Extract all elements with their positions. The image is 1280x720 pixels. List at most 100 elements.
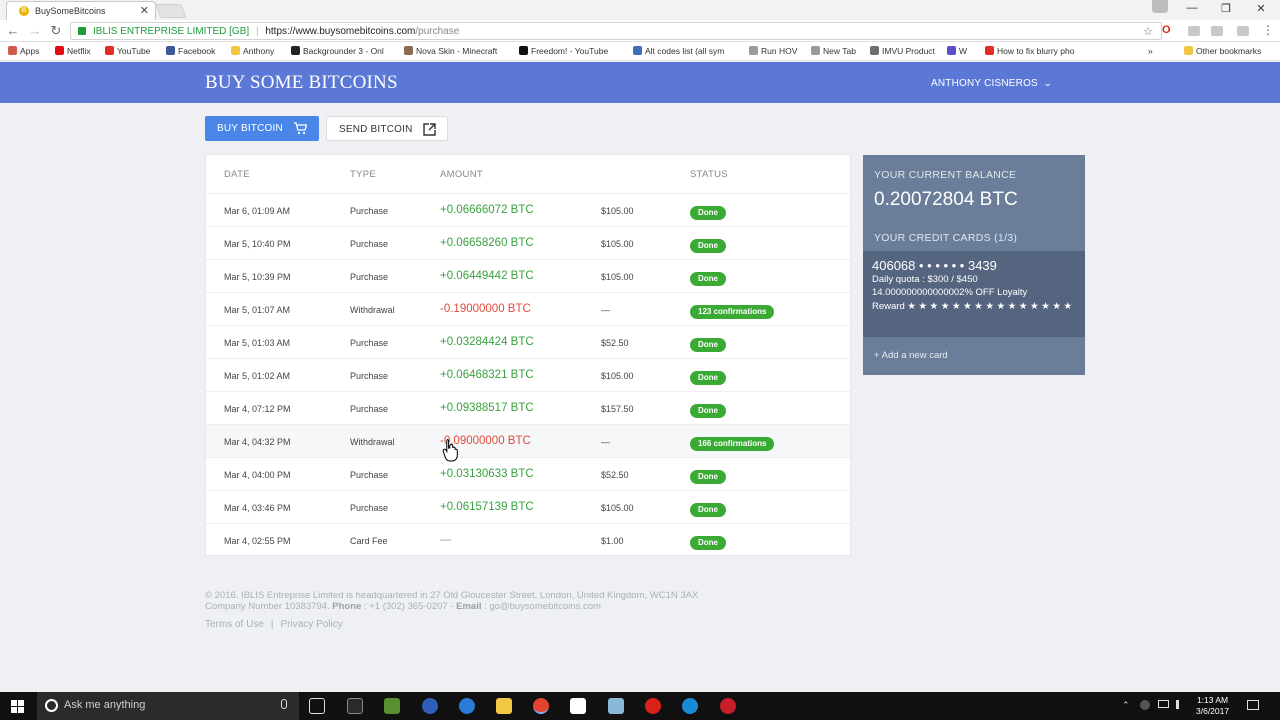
terms-link[interactable]: Terms of Use — [205, 619, 264, 630]
browser-tab[interactable]: B BuySomeBitcoins ✕ — [6, 1, 156, 20]
table-row[interactable]: Mar 5, 10:40 PM Purchase +0.06658260 BTC $1… — [206, 227, 850, 260]
status-badge: Done — [690, 470, 726, 484]
table-row[interactable]: Mar 5, 10:39 PM Purchase +0.06449442 BTC $1… — [206, 260, 850, 293]
task-view-icon[interactable] — [309, 698, 325, 714]
status-badge: Done — [690, 371, 726, 385]
reward-stars: Reward ★ ★ ★ ★ ★ ★ ★ ★ ★ ★ ★ ★ ★ ★ ★ — [872, 301, 1073, 312]
new-tab-button[interactable] — [155, 4, 187, 18]
site-logo[interactable]: BUY SOME BITCOINS — [205, 72, 398, 94]
row-type: Purchase — [350, 503, 389, 513]
bookmark-item[interactable]: Apps — [8, 46, 39, 56]
bookmark-favicon-icon — [166, 46, 175, 55]
volume-icon[interactable] — [1176, 700, 1185, 709]
minecraft-icon[interactable] — [384, 698, 400, 714]
status-badge: 166 confirmations — [690, 437, 775, 451]
bookmark-item[interactable]: Netflix — [55, 46, 91, 56]
bookmark-item[interactable]: Anthony — [231, 46, 274, 56]
opera-extension-icon[interactable]: O — [1162, 24, 1171, 36]
window-close-icon[interactable]: ✕ — [1249, 2, 1273, 15]
row-type: Purchase — [350, 371, 389, 381]
footer-text: © 2016. IBLIS Entreprise Limited is head… — [205, 590, 698, 612]
user-menu[interactable]: ANTHONY CISNEROS ⌄ — [931, 78, 1053, 89]
bookmark-favicon-icon — [291, 46, 300, 55]
table-row[interactable]: Mar 4, 02:55 PM Card Fee — $1.00 Done — [206, 524, 850, 557]
app-icon[interactable] — [608, 698, 624, 714]
reload-icon[interactable]: ↻ — [48, 23, 64, 39]
table-row[interactable]: Mar 5, 01:02 AM Purchase +0.06468321 BTC $1… — [206, 359, 850, 392]
bookmark-favicon-icon — [8, 46, 17, 55]
table-row[interactable]: Mar 4, 07:12 PM Purchase +0.09388517 BTC $1… — [206, 392, 850, 425]
cortana-search-input[interactable]: Ask me anything — [37, 692, 299, 720]
profile-icon[interactable] — [1152, 0, 1168, 13]
row-usd: $105.00 — [601, 503, 634, 513]
bookmark-item[interactable]: IMVU Product — [870, 46, 935, 56]
network-icon[interactable] — [1140, 700, 1150, 710]
row-type: Withdrawal — [350, 305, 395, 315]
app-icon[interactable] — [347, 698, 363, 714]
forward-icon[interactable]: → — [27, 23, 43, 38]
row-date: Mar 4, 04:32 PM — [224, 437, 291, 447]
other-bookmarks-folder[interactable]: Other bookmarks — [1184, 46, 1261, 56]
row-type: Purchase — [350, 470, 389, 480]
file-explorer-icon[interactable] — [496, 698, 512, 714]
bookmark-item[interactable]: Alt codes list (all sym — [633, 46, 724, 56]
bookmark-item[interactable]: W — [947, 46, 967, 56]
table-row[interactable]: Mar 5, 01:03 AM Purchase +0.03284424 BTC $5… — [206, 326, 850, 359]
menu-icon[interactable]: ⋮ — [1262, 23, 1274, 37]
balance-value: 0.20072804 BTC — [874, 189, 1018, 210]
bookmark-item[interactable]: Backgrounder 3 - Onl — [291, 46, 384, 56]
buy-bitcoin-button[interactable]: BUY BITCOIN — [205, 116, 319, 141]
email-label: Email — [456, 601, 482, 612]
row-amount: +0.03130633 BTC — [440, 468, 534, 480]
credit-cards-label: YOUR CREDIT CARDS (1/3) — [874, 232, 1018, 244]
status-badge: Done — [690, 404, 726, 418]
bookmark-item[interactable]: New Tab — [811, 46, 856, 56]
bookmark-item[interactable]: YouTube — [105, 46, 150, 56]
store-icon[interactable] — [570, 698, 586, 714]
extension-icon[interactable] — [1211, 26, 1223, 36]
table-row[interactable]: Mar 4, 04:00 PM Purchase +0.03130633 BTC $5… — [206, 458, 850, 491]
battery-icon[interactable] — [1158, 700, 1169, 708]
edge-icon[interactable] — [682, 698, 698, 714]
tab-close-icon[interactable]: ✕ — [140, 4, 149, 17]
table-row[interactable]: Mar 6, 01:09 AM Purchase +0.06666072 BTC $1… — [206, 194, 850, 227]
chrome-icon[interactable] — [533, 698, 549, 714]
bookmark-item[interactable]: Facebook — [166, 46, 215, 56]
row-date: Mar 4, 03:46 PM — [224, 503, 291, 513]
system-clock[interactable]: 1:13 AM 3/6/2017 — [1196, 695, 1229, 717]
more-bookmarks-icon[interactable]: » — [1148, 46, 1153, 56]
send-bitcoin-button[interactable]: SEND BITCOIN — [326, 116, 448, 141]
bookmark-item[interactable]: How to fix blurry pho — [985, 46, 1074, 56]
row-usd: $157.50 — [601, 404, 634, 414]
windows-start-icon[interactable] — [11, 700, 24, 713]
url-input[interactable]: IBLIS ENTREPRISE LIMITED [GB] | https://… — [70, 22, 1162, 40]
microphone-icon[interactable] — [281, 699, 287, 709]
tray-expand-icon[interactable]: ⌃ — [1122, 700, 1130, 711]
app-icon[interactable] — [459, 698, 475, 714]
row-type: Withdrawal — [350, 437, 395, 447]
bookmark-label: Netflix — [67, 46, 91, 56]
back-icon[interactable]: ← — [5, 23, 21, 38]
bookmark-item[interactable]: Freedom! - YouTube — [519, 46, 608, 56]
extension-icon[interactable] — [1237, 26, 1249, 36]
credit-card-item[interactable]: 406068 • • • • • • 3439 Daily quota : $3… — [863, 251, 1085, 337]
restore-icon[interactable]: ❐ — [1214, 2, 1238, 15]
add-card-link[interactable]: + Add a new card — [874, 350, 948, 361]
app-icon[interactable] — [720, 698, 736, 714]
notifications-icon[interactable] — [1247, 700, 1259, 710]
bookmark-item[interactable]: Nova Skin - Minecraft — [404, 46, 497, 56]
minimize-icon[interactable]: — — [1180, 2, 1204, 14]
extension-icon[interactable] — [1188, 26, 1200, 36]
table-row[interactable]: Mar 4, 03:46 PM Purchase +0.06157139 BTC $1… — [206, 491, 850, 524]
table-row[interactable]: Mar 4, 04:32 PM Withdrawal -0.09000000 BTC… — [206, 425, 850, 458]
bookmark-star-icon[interactable]: ☆ — [1143, 25, 1153, 38]
app-icon[interactable] — [422, 698, 438, 714]
bookmark-favicon-icon — [947, 46, 956, 55]
url-separator: | — [255, 26, 259, 37]
row-type: Purchase — [350, 404, 389, 414]
bookmark-item[interactable]: Run HOV — [749, 46, 797, 56]
table-row[interactable]: Mar 5, 01:07 AM Withdrawal -0.19000000 BTC… — [206, 293, 850, 326]
privacy-link[interactable]: Privacy Policy — [281, 619, 343, 630]
app-icon[interactable] — [645, 698, 661, 714]
row-type: Purchase — [350, 338, 389, 348]
